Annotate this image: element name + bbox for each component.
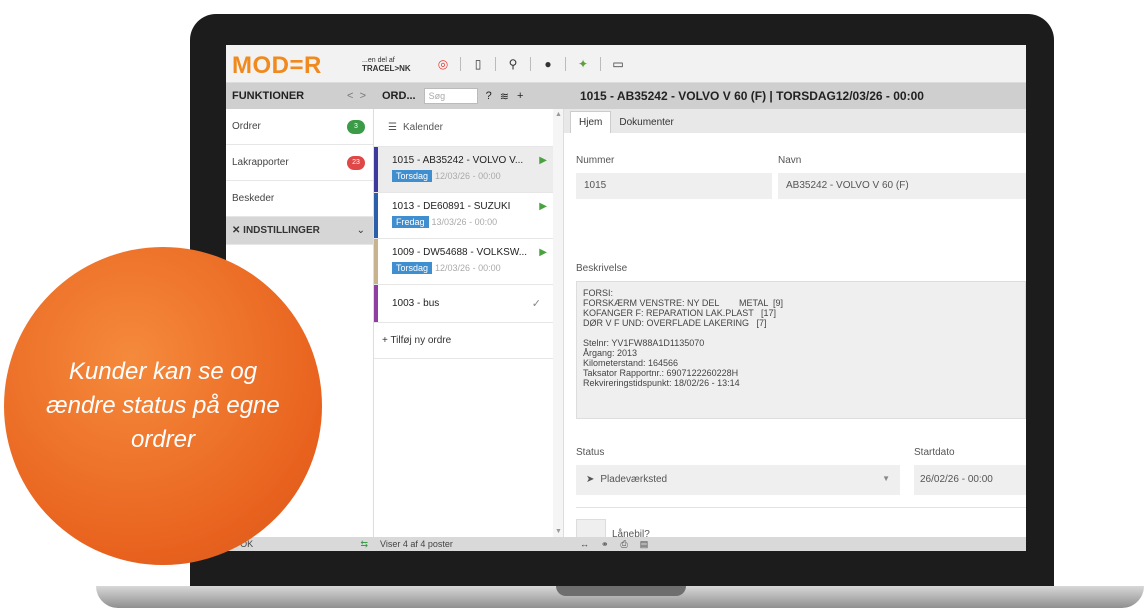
add-icon[interactable]: + [517,90,523,102]
list-item[interactable]: 1003 - bus ✓ [374,285,563,323]
detail-header: 1015 - AB35242 - VOLVO V 60 (F) | TORSDA… [564,83,1026,109]
list-item[interactable]: 1009 - DW54688 - VOLKSW... ▶ Torsdag 12/0… [374,239,563,285]
scrollbar[interactable]: ▲ ▼ [553,109,563,537]
functions-header: FUNKTIONER < > [226,83,374,109]
play-icon[interactable]: ▶ [539,201,547,212]
chat-icon[interactable]: ● [541,57,555,71]
laptop-notch [556,586,686,596]
divider [576,507,1026,508]
play-icon[interactable]: ▶ [539,155,547,166]
divider [495,57,496,71]
logo: MOD=R [232,52,322,79]
toolbar-icons: ◎ ▯ ⚲ ● ✦ ▭ [436,57,625,71]
list-item[interactable]: 1015 - AB35242 - VOLVO V... ▶ Torsdag 12/… [374,147,563,193]
lifebuoy-icon[interactable]: ◎ [436,57,450,71]
swap-icon[interactable]: ⇆ [360,539,368,550]
count-badge: 3 [347,119,365,134]
divider [565,57,566,71]
scroll-up-icon[interactable]: ▲ [555,111,562,118]
add-order-button[interactable]: + Tilføj ny ordre [374,323,563,359]
record-count: Viser 4 af 4 poster [380,539,453,549]
top-bar: MOD=R ...en del af TRACEL>NK ◎ ▯ ⚲ ● ✦ ▭ [226,45,1026,83]
startdate-field[interactable]: 26/02/26 - 00:00 [914,465,1026,495]
layers-icon[interactable]: ≋ [500,90,509,103]
status-label: Status [576,447,605,458]
list-icon: ☰ [388,122,397,133]
description-field[interactable]: FORSI: FORSKÆRM VENSTRE: NY DEL METAL [9… [576,281,1026,419]
logo-subtitle: ...en del af TRACEL>NK [362,57,411,73]
tab-dokumenter[interactable]: Dokumenter [611,112,681,133]
search-input[interactable]: Søg [423,88,478,104]
divider [460,57,461,71]
keyboard-icon[interactable]: ▭ [611,57,625,71]
person-icon[interactable]: ⚲ [506,57,520,71]
count-badge: 23 [347,155,365,170]
expand-icon[interactable]: ↔ [580,539,589,550]
nav-arrows-icon[interactable]: < > [347,90,366,102]
print-icon[interactable]: ⎙ [621,539,628,550]
name-label: Navn [778,155,802,166]
status-bar: ⊗ OK ⇆ Viser 4 af 4 poster ↔ ⚭ ⎙ ▤ [226,537,1026,551]
divider [530,57,531,71]
promo-circle: Kunder kan se og ændre status på egne or… [4,247,322,565]
sidebar-item-ordrer[interactable]: Ordrer 3 [226,109,373,145]
app-screen: MOD=R ...en del af TRACEL>NK ◎ ▯ ⚲ ● ✦ ▭ [226,45,1026,551]
detail-tabs: Hjem Dokumenter [564,109,1026,133]
sidebar-item-settings[interactable]: ✕ INDSTILLINGER ⌄ [226,217,373,245]
orders-header: ORD... Søg ? ≋ + [374,83,564,109]
mobile-icon[interactable]: ▯ [471,57,485,71]
map-pin-icon[interactable]: ✦ [576,57,590,71]
send-icon: ➤ [586,474,595,485]
number-label: Nummer [576,155,615,166]
promo-text: Kunder kan se og ændre status på egne or… [46,358,280,453]
tools-icon: ✕ [232,225,241,236]
link-icon[interactable]: ⚭ [601,539,609,550]
check-icon[interactable]: ✓ [532,297,541,310]
startdate-label: Startdato [914,447,955,458]
sidebar-item-beskeder[interactable]: Beskeder [226,181,373,217]
order-list: ☰ Kalender 1015 - AB35242 - VOLVO V... ▶… [374,109,564,537]
divider [600,57,601,71]
help-icon[interactable]: ? [486,90,492,102]
dropdown-arrow-icon: ▼ [882,474,890,483]
chevron-down-icon: ⌄ [356,225,365,236]
sidebar-item-lakrapporter[interactable]: Lakrapporter 23 [226,145,373,181]
play-icon[interactable]: ▶ [539,247,547,258]
description-label: Beskrivelse [576,263,628,274]
tab-hjem[interactable]: Hjem [570,111,612,133]
name-field[interactable]: AB35242 - VOLVO V 60 (F) [778,173,1026,199]
pdf-icon[interactable]: ▤ [640,539,649,550]
calendar-link[interactable]: ☰ Kalender [374,109,563,147]
scroll-down-icon[interactable]: ▼ [555,528,562,535]
detail-panel: Hjem Dokumenter Nummer 1015 Navn AB35242… [564,109,1026,549]
number-field[interactable]: 1015 [576,173,772,199]
list-item[interactable]: 1013 - DE60891 - SUZUKI ▶ Fredag 13/03/26… [374,193,563,239]
status-select[interactable]: ➤ Pladeværksted ▼ [576,465,900,495]
